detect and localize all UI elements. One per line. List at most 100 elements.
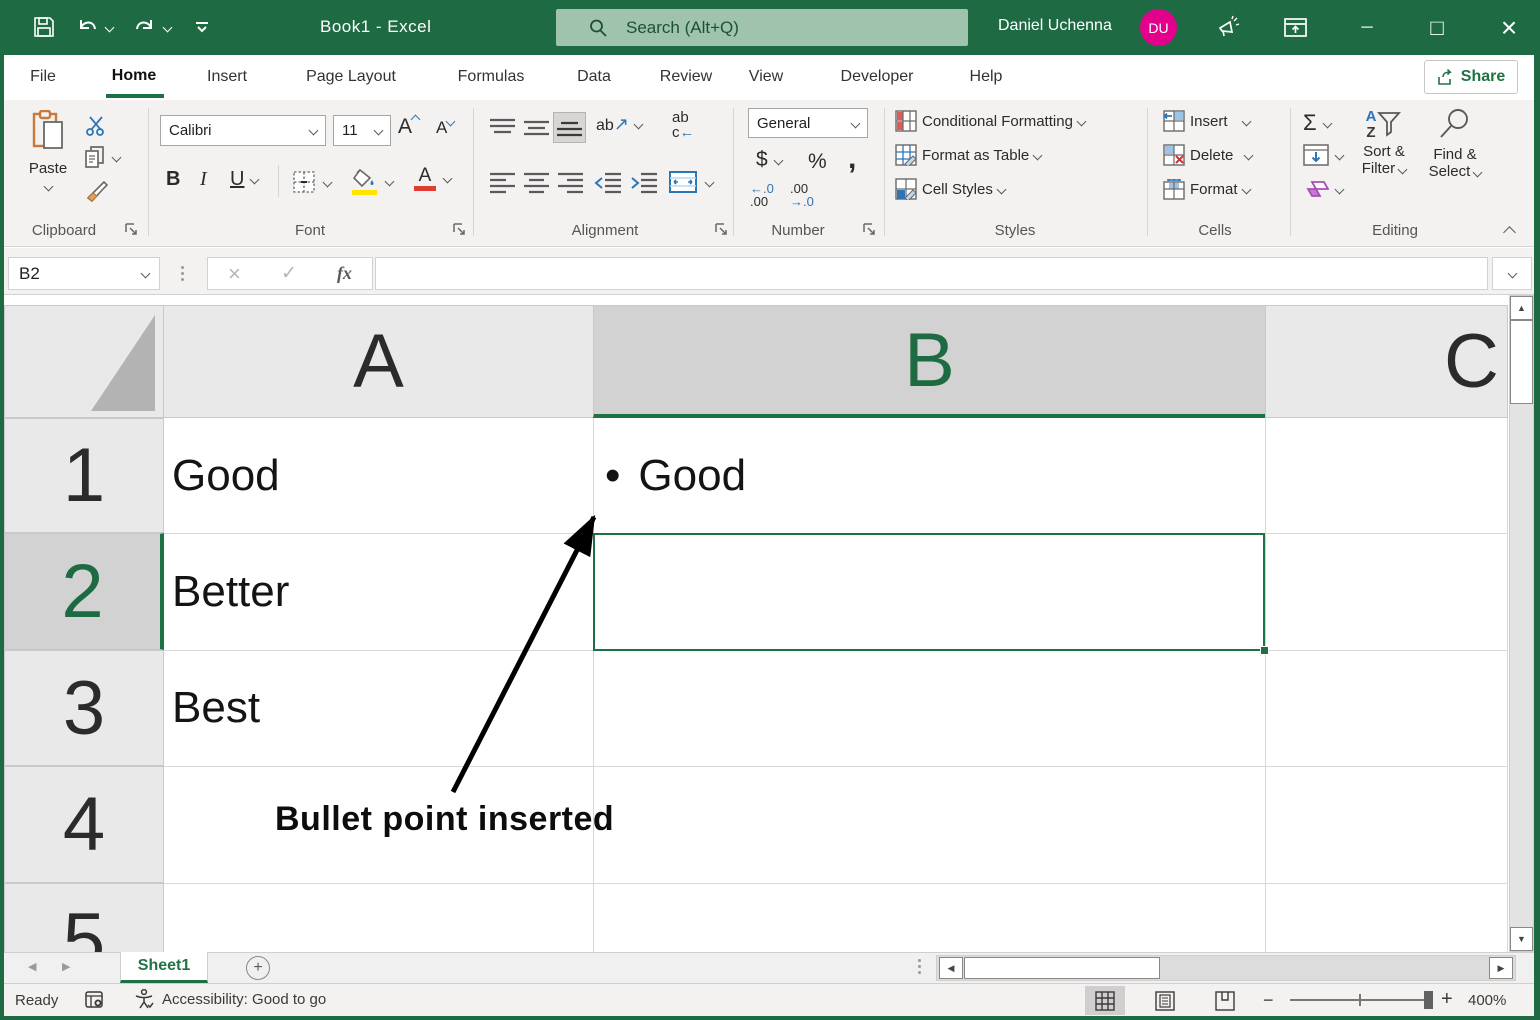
paste-dropdown-icon[interactable] — [43, 182, 53, 192]
delete-cells-dropdown-icon[interactable] — [1244, 150, 1254, 160]
horizontal-scrollbar[interactable]: ◀ ▶ — [936, 955, 1516, 981]
align-top-button[interactable] — [489, 116, 516, 140]
ribbon-display-options-button[interactable] — [1283, 15, 1308, 40]
decrease-decimal-button[interactable]: .00 →.0 — [790, 182, 814, 208]
align-bottom-button[interactable] — [553, 112, 586, 143]
borders-dropdown-icon[interactable] — [323, 177, 333, 187]
font-dialog-launcher[interactable] — [452, 222, 466, 236]
zoom-in-button[interactable]: + — [1441, 988, 1453, 1011]
scroll-up-button[interactable]: ▲ — [1510, 296, 1533, 320]
redo-button[interactable] — [132, 14, 171, 40]
paste-button[interactable]: Paste — [20, 110, 76, 208]
quick-access-toolbar-button[interactable] — [194, 20, 210, 34]
share-button[interactable]: Share — [1424, 60, 1518, 94]
fill-dropdown-icon[interactable] — [1335, 150, 1345, 160]
fill-color-dropdown-icon[interactable] — [385, 177, 395, 187]
tab-view[interactable]: View — [749, 68, 783, 86]
conditional-formatting-button[interactable]: Conditional Formatting — [895, 110, 1085, 132]
orientation-button[interactable]: ab↗ — [596, 114, 642, 135]
autosum-button[interactable]: Σ — [1303, 110, 1331, 136]
search-box[interactable]: Search (Alt+Q) — [556, 9, 968, 46]
font-name-dropdown-icon[interactable] — [309, 126, 319, 136]
fill-color-button[interactable] — [352, 168, 393, 195]
find-select-dropdown-icon[interactable] — [1473, 168, 1483, 178]
clear-button[interactable] — [1303, 178, 1343, 200]
increase-indent-button[interactable] — [629, 170, 658, 194]
format-painter-button[interactable] — [84, 178, 110, 204]
insert-function-button[interactable]: fx — [337, 263, 352, 284]
tab-file[interactable]: File — [30, 68, 56, 86]
selection-fill-handle[interactable] — [1260, 646, 1269, 655]
font-size-dropdown-icon[interactable] — [374, 126, 384, 136]
orientation-dropdown-icon[interactable] — [633, 120, 643, 130]
autosum-dropdown-icon[interactable] — [1322, 118, 1332, 128]
formula-bar-expand-button[interactable] — [1492, 257, 1532, 290]
redo-dropdown-icon[interactable] — [163, 22, 173, 32]
tab-insert[interactable]: Insert — [207, 68, 247, 86]
name-box-dropdown-icon[interactable] — [141, 269, 151, 279]
comma-button[interactable]: , — [848, 142, 856, 176]
add-sheet-button[interactable]: + — [246, 956, 270, 980]
cancel-button[interactable]: × — [228, 261, 241, 287]
cut-button[interactable] — [84, 115, 108, 137]
clear-dropdown-icon[interactable] — [1335, 184, 1345, 194]
delete-cells-button[interactable]: Delete — [1163, 144, 1252, 166]
maximize-button[interactable]: □ — [1414, 0, 1460, 55]
font-size-combo[interactable]: 11 — [333, 115, 391, 146]
number-format-combo[interactable]: General — [748, 108, 868, 138]
align-center-button[interactable] — [523, 170, 550, 194]
wrap-text-button[interactable]: ab c← — [672, 110, 695, 140]
percent-button[interactable]: % — [808, 150, 827, 174]
merge-center-dropdown-icon[interactable] — [705, 177, 715, 187]
sheet-nav-next-icon[interactable]: ▶ — [62, 960, 70, 973]
avatar[interactable]: DU — [1140, 9, 1177, 46]
align-right-button[interactable] — [557, 170, 584, 194]
vertical-scroll-thumb[interactable] — [1510, 320, 1533, 404]
format-as-table-button[interactable]: Format as Table — [895, 144, 1041, 166]
conditional-formatting-dropdown-icon[interactable] — [1076, 116, 1086, 126]
tab-data[interactable]: Data — [577, 68, 611, 86]
save-button[interactable] — [32, 15, 56, 39]
merge-center-button[interactable] — [668, 170, 713, 194]
close-button[interactable]: × — [1484, 0, 1534, 55]
bold-button[interactable]: B — [166, 168, 180, 191]
alignment-dialog-launcher[interactable] — [714, 222, 728, 236]
underline-button[interactable]: U — [230, 168, 258, 191]
row-header-5[interactable]: 5 — [4, 883, 164, 952]
copy-button[interactable] — [84, 145, 120, 169]
tab-developer[interactable]: Developer — [841, 68, 914, 86]
hscroll-left-button[interactable]: ◀ — [939, 957, 963, 979]
currency-button[interactable]: $ — [756, 148, 782, 172]
view-page-break-button[interactable] — [1205, 986, 1245, 1015]
accessibility-status[interactable]: Accessibility: Good to go — [133, 988, 326, 1010]
italic-button[interactable]: I — [200, 168, 207, 191]
scroll-down-button[interactable]: ▼ — [1510, 927, 1533, 951]
increase-decimal-button[interactable]: ←.0 .00 — [750, 182, 774, 208]
copy-dropdown-icon[interactable] — [112, 152, 122, 162]
cell-styles-dropdown-icon[interactable] — [996, 184, 1006, 194]
cell-styles-button[interactable]: Cell Styles — [895, 178, 1005, 200]
align-left-button[interactable] — [489, 170, 516, 194]
coming-soon-button[interactable] — [1215, 14, 1241, 40]
zoom-out-button[interactable]: − — [1263, 990, 1274, 1011]
font-color-dropdown-icon[interactable] — [443, 174, 453, 184]
record-macro-button[interactable] — [85, 990, 105, 1010]
fill-button[interactable] — [1303, 144, 1343, 166]
format-as-table-dropdown-icon[interactable] — [1033, 150, 1043, 160]
number-dialog-launcher[interactable] — [862, 222, 876, 236]
formula-input[interactable] — [375, 257, 1488, 290]
font-color-button[interactable]: A — [414, 166, 451, 191]
horizontal-scroll-thumb[interactable] — [964, 957, 1160, 979]
view-page-layout-button[interactable] — [1145, 986, 1185, 1015]
hscroll-right-button[interactable]: ▶ — [1489, 957, 1513, 979]
sort-filter-button[interactable]: A Z Sort & Filter — [1352, 108, 1416, 177]
underline-dropdown-icon[interactable] — [250, 175, 260, 185]
insert-cells-dropdown-icon[interactable] — [1241, 116, 1251, 126]
sheet-tab-active[interactable]: Sheet1 — [120, 952, 208, 983]
clipboard-dialog-launcher[interactable] — [124, 222, 138, 236]
zoom-slider-thumb[interactable] — [1424, 991, 1433, 1009]
user-name[interactable]: Daniel Uchenna — [998, 17, 1112, 35]
tab-help[interactable]: Help — [970, 68, 1003, 86]
format-cells-button[interactable]: Format — [1163, 178, 1250, 200]
decrease-font-button[interactable]: A — [436, 118, 454, 138]
